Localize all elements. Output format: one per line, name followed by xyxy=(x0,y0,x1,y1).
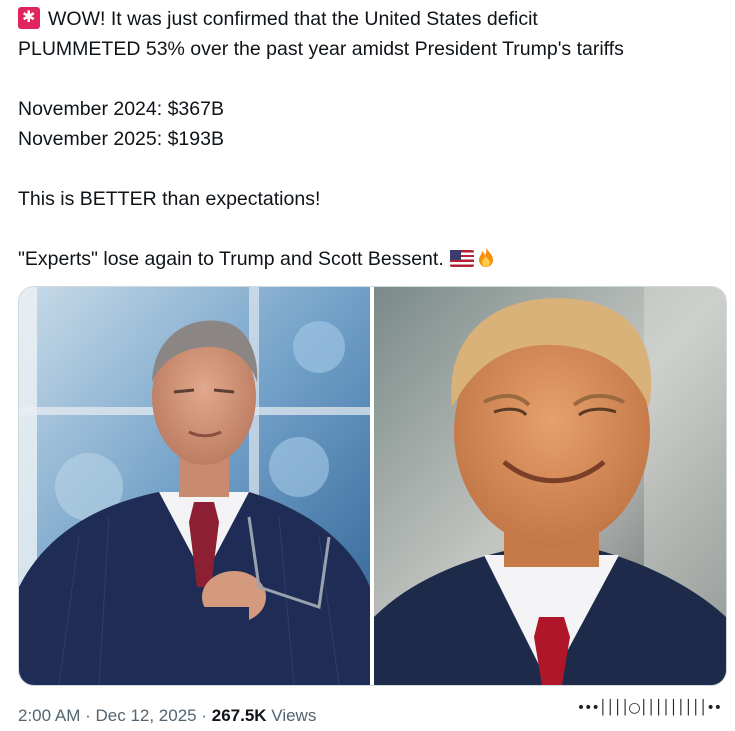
us-flag-icon xyxy=(449,250,474,267)
photo-right[interactable] xyxy=(374,287,726,685)
tweet-line-3: This is BETTER than expectations! xyxy=(18,188,321,210)
tweet-line-4: "Experts" lose again to Trump and Scott … xyxy=(18,244,718,274)
meta-separator: · xyxy=(80,706,96,725)
tweet-line-1: WOW! It was just confirmed that the Unit… xyxy=(18,4,718,34)
tweet-line-1-text: WOW! It was just confirmed that the Unit… xyxy=(48,8,538,30)
views-count: 267.5K xyxy=(211,706,267,725)
tweet-text: WOW! It was just confirmed that the Unit… xyxy=(18,4,718,274)
tweet-line-2: PLUMMETED 53% over the past year amidst … xyxy=(18,38,624,60)
tweet-time[interactable]: 2:00 AM xyxy=(18,706,80,725)
fire-icon xyxy=(478,247,493,267)
rotating-light-icon xyxy=(18,7,40,29)
stat-2024: November 2024: $367B xyxy=(18,98,224,120)
tweet-date[interactable]: Dec 12, 2025 xyxy=(95,706,196,725)
meta-separator: · xyxy=(196,706,212,725)
watermark: •••││││○│││││││││•• xyxy=(576,700,722,716)
photo-left-image xyxy=(19,287,370,685)
tweet-line-4-text: "Experts" lose again to Trump and Scott … xyxy=(18,248,444,270)
stat-2025: November 2025: $193B xyxy=(18,128,224,150)
photo-right-image xyxy=(374,287,726,685)
tweet-media[interactable] xyxy=(18,286,727,686)
views-label: Views xyxy=(266,706,317,725)
tweet-meta: 2:00 AM · Dec 12, 2025 · 267.5K Views xyxy=(18,706,316,726)
photo-left[interactable] xyxy=(19,287,370,685)
